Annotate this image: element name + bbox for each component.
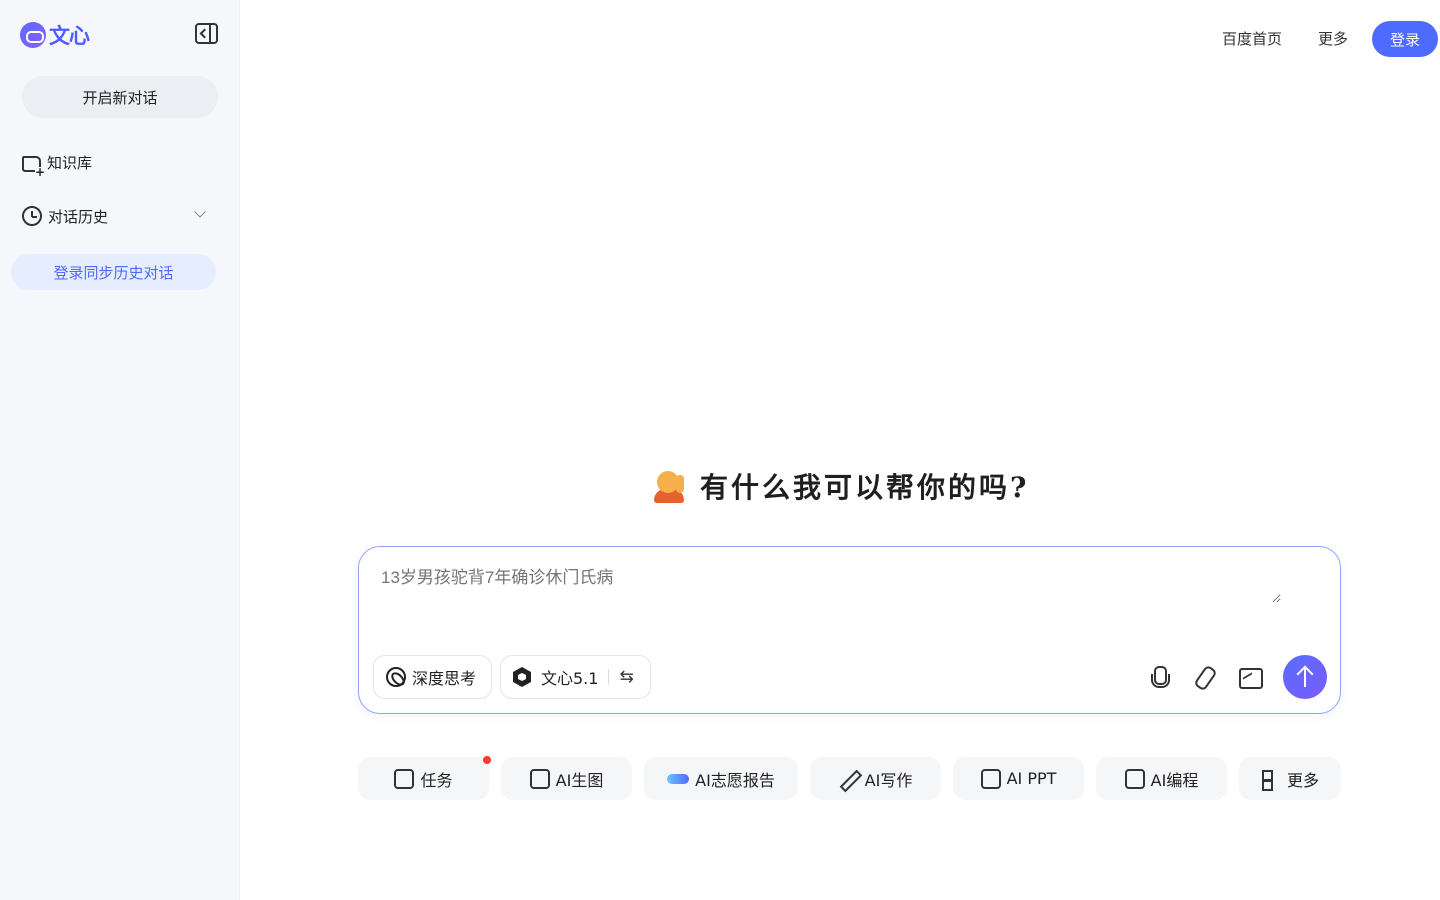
chip-label: AI生图 <box>555 770 604 790</box>
deep-think-toggle[interactable]: 深度思考 <box>373 655 492 699</box>
chip-label: 更多 <box>1286 770 1319 790</box>
pen-icon <box>839 769 859 789</box>
sidebar-item-label: 知识库 <box>47 153 93 172</box>
chip-label: AI志愿报告 <box>695 770 775 790</box>
chip-ai-volunteer-report[interactable]: AI志愿报告 <box>644 757 798 800</box>
atom-icon <box>386 667 406 687</box>
chat-input[interactable] <box>381 563 1281 603</box>
chip-label: AI PPT <box>1006 769 1057 788</box>
new-chat-button[interactable]: 开启新对话 <box>22 76 218 118</box>
sidebar-item-chat-history[interactable]: 对话历史 <box>22 202 218 230</box>
grid-icon <box>1261 769 1281 791</box>
task-icon <box>394 768 415 789</box>
ppt-icon <box>980 768 1001 789</box>
model-cube-icon <box>513 667 531 687</box>
notification-badge <box>483 756 491 764</box>
chip-ai-image[interactable]: AI生图 <box>501 757 632 800</box>
send-button[interactable] <box>1283 655 1327 699</box>
login-button[interactable]: 登录 <box>1372 21 1438 57</box>
swap-icon[interactable]: ⇆ <box>619 667 633 687</box>
login-sync-history-button[interactable]: 登录同步历史对话 <box>11 254 216 290</box>
folder-add-icon <box>22 155 45 177</box>
greeting-text: 有什么我可以帮你的吗? <box>700 471 1030 504</box>
raising-hand-icon <box>652 469 686 503</box>
model-selector[interactable]: 文心5.1 ⇆ <box>500 655 651 699</box>
chip-ai-coding[interactable]: AI编程 <box>1096 757 1227 800</box>
sidebar-item-label: 对话历史 <box>48 207 109 226</box>
sidebar-item-knowledge-base[interactable]: 知识库 <box>22 148 218 177</box>
chip-more[interactable]: 更多 <box>1239 757 1341 800</box>
image-upload-icon[interactable] <box>1238 665 1263 689</box>
chat-input-box: 深度思考 文心5.1 ⇆ <box>358 546 1341 714</box>
wave-icon <box>667 773 690 784</box>
chip-ai-writing[interactable]: AI写作 <box>810 757 941 800</box>
collapse-sidebar-icon[interactable] <box>195 23 218 44</box>
image-gen-icon <box>529 768 550 789</box>
attachment-icon[interactable] <box>1192 665 1216 689</box>
logo-icon <box>20 22 46 48</box>
more-link[interactable]: 更多 <box>1318 28 1348 49</box>
chip-ai-ppt[interactable]: AI PPT <box>953 757 1084 800</box>
greeting: 有什么我可以帮你的吗? <box>652 466 1029 506</box>
chip-task[interactable]: 任务 <box>358 757 489 800</box>
chip-label: 任务 <box>420 770 453 790</box>
divider <box>608 669 610 685</box>
microphone-icon[interactable] <box>1147 665 1171 689</box>
code-icon <box>1124 768 1145 789</box>
baidu-home-link[interactable]: 百度首页 <box>1222 28 1282 49</box>
deep-think-label: 深度思考 <box>412 669 477 688</box>
model-label: 文心5.1 <box>541 669 599 688</box>
sidebar: 文心 开启新对话 知识库 对话历史 登录同步历史对话 <box>0 0 240 900</box>
clock-icon <box>22 206 42 226</box>
chevron-down-icon[interactable] <box>194 206 206 218</box>
logo-text: 文心 <box>49 24 90 48</box>
chip-label: AI写作 <box>864 770 913 790</box>
chip-label: AI编程 <box>1150 770 1199 790</box>
logo[interactable]: 文心 <box>20 20 90 50</box>
